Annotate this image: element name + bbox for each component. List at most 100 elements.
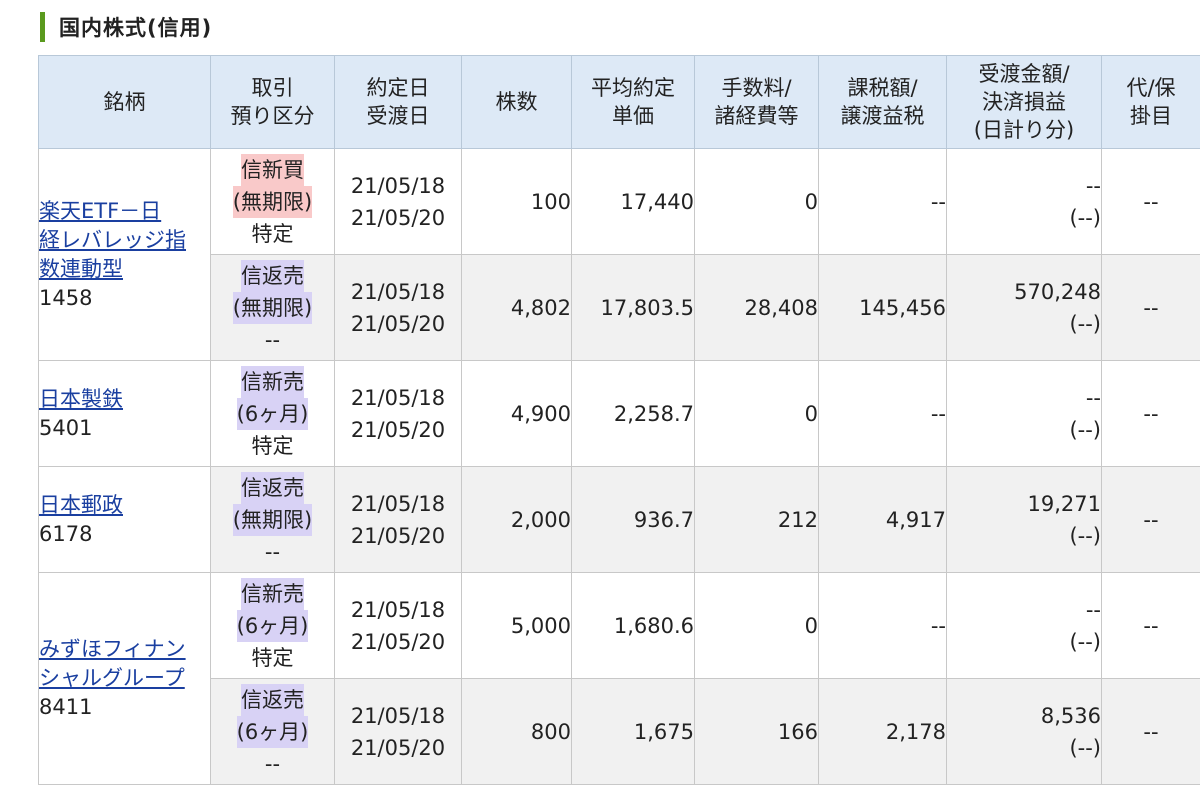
stock-name-link[interactable]: 楽天ETF－日 経レバレッジ指 数連動型	[39, 197, 210, 284]
amount-cell: 8,536 (--)	[946, 678, 1102, 785]
shares-cell: 5,000	[461, 572, 572, 679]
trade-account-cell: 信新売 (6ヶ月) 特定	[210, 572, 335, 679]
trade-date: 21/05/18	[350, 597, 446, 622]
header-stock-name: 銘柄	[38, 55, 211, 149]
price-cell: 2,258.7	[571, 360, 695, 467]
stock-name-link[interactable]: 日本郵政	[39, 491, 210, 520]
trade-account-cell: 信返売 (6ヶ月) --	[210, 678, 335, 785]
trade-date: 21/05/18	[350, 173, 446, 198]
dates-cell: 21/05/18 21/05/20	[334, 678, 462, 785]
trade-type-badge: 信返売	[241, 471, 304, 504]
trade-type-badge: 信返売	[241, 683, 304, 716]
account-type: --	[264, 539, 281, 564]
settlement-amount: --	[1085, 173, 1101, 198]
margin-ratio-cell: --	[1101, 148, 1200, 255]
term-badge: (6ヶ月)	[236, 609, 309, 642]
daytrade-pl: (--)	[1069, 311, 1101, 336]
shares-cell: 800	[461, 678, 572, 785]
amount-cell: -- (--)	[946, 572, 1102, 679]
price-cell: 17,803.5	[571, 254, 695, 361]
header-dates: 約定日 受渡日	[334, 55, 462, 149]
term-badge: (無期限)	[232, 503, 313, 536]
account-type: 特定	[251, 221, 294, 246]
tax-cell: --	[818, 148, 947, 255]
header-trade-account: 取引 預り区分	[210, 55, 335, 149]
header-tax: 課税額/譲渡益税	[818, 55, 947, 149]
daytrade-pl: (--)	[1069, 523, 1101, 548]
term-badge: (無期限)	[232, 291, 313, 324]
amount-cell: -- (--)	[946, 148, 1102, 255]
trade-date: 21/05/18	[350, 703, 446, 728]
trade-date: 21/05/18	[350, 279, 446, 304]
shares-cell: 100	[461, 148, 572, 255]
fee-cell: 0	[694, 360, 819, 467]
trade-account-cell: 信返売 (無期限) --	[210, 466, 335, 573]
stock-code: 8411	[39, 695, 93, 719]
settlement-amount: --	[1085, 597, 1101, 622]
shares-cell: 4,900	[461, 360, 572, 467]
dates-cell: 21/05/18 21/05/20	[334, 466, 462, 573]
settle-date: 21/05/20	[350, 629, 446, 654]
stock-name-cell: みずほフィナン シャルグループ 8411	[38, 572, 211, 785]
price-cell: 936.7	[571, 466, 695, 573]
section-accent-bar	[40, 12, 45, 42]
account-type: --	[264, 327, 281, 352]
tax-cell: 2,178	[818, 678, 947, 785]
account-type: 特定	[251, 433, 294, 458]
shares-cell: 4,802	[461, 254, 572, 361]
table-header-row: 銘柄 取引 預り区分 約定日 受渡日 株数 平均約定 単価 手数料/諸経費等 課税額/…	[38, 55, 1200, 149]
tax-cell: --	[818, 572, 947, 679]
table-row: 日本郵政 6178 信返売 (無期限) -- 21/05/18 21/05/20 …	[38, 466, 1200, 573]
settle-date: 21/05/20	[350, 311, 446, 336]
trade-date: 21/05/18	[350, 385, 446, 410]
amount-cell: 19,271 (--)	[946, 466, 1102, 573]
margin-ratio-cell: --	[1101, 360, 1200, 467]
table-row: 信返売 (無期限) -- 21/05/18 21/05/20 4,802 17,8…	[39, 254, 1200, 361]
price-cell: 1,675	[571, 678, 695, 785]
settle-date: 21/05/20	[350, 417, 446, 442]
term-badge: (6ヶ月)	[236, 397, 309, 430]
fee-cell: 166	[694, 678, 819, 785]
margin-ratio-cell: --	[1101, 254, 1200, 361]
margin-ratio-cell: --	[1101, 572, 1200, 679]
header-shares: 株数	[461, 55, 572, 149]
header-fees: 手数料/諸経費等	[694, 55, 819, 149]
stock-name-link[interactable]: みずほフィナン シャルグループ	[39, 635, 210, 693]
shares-cell: 2,000	[461, 466, 572, 573]
trade-account-cell: 信新買 (無期限) 特定	[210, 148, 335, 255]
section-header: 国内株式(信用)	[40, 12, 212, 42]
settlement-amount: 8,536	[1040, 703, 1101, 728]
daytrade-pl: (--)	[1069, 629, 1101, 654]
term-badge: (無期限)	[232, 185, 313, 218]
trade-type-badge: 信新売	[241, 577, 304, 610]
header-margin-ratio: 代/保 掛目	[1101, 55, 1200, 149]
trade-account-cell: 信返売 (無期限) --	[210, 254, 335, 361]
stock-name-cell: 日本郵政 6178	[38, 466, 211, 573]
stock-code: 1458	[39, 285, 93, 310]
dates-cell: 21/05/18 21/05/20	[334, 360, 462, 467]
trade-type-badge: 信新売	[241, 365, 304, 398]
tax-cell: --	[818, 360, 947, 467]
price-cell: 17,440	[571, 148, 695, 255]
margin-trades-table: 銘柄 取引 預り区分 約定日 受渡日 株数 平均約定 単価 手数料/諸経費等 課税額/…	[38, 55, 1200, 785]
header-avg-price: 平均約定 単価	[571, 55, 695, 149]
header-amount-pl: 受渡金額/決済損益 (日計り分)	[946, 55, 1102, 149]
stock-name-link[interactable]: 日本製鉄	[39, 385, 210, 414]
margin-ratio-cell: --	[1101, 678, 1200, 785]
table-row: みずほフィナン シャルグループ 8411 信新売 (6ヶ月) 特定 21/05/1…	[38, 572, 1200, 785]
amount-cell: -- (--)	[946, 360, 1102, 467]
account-type: 特定	[251, 645, 294, 670]
fee-cell: 0	[694, 572, 819, 679]
amount-cell: 570,248 (--)	[946, 254, 1102, 361]
account-type: --	[264, 751, 281, 776]
settle-date: 21/05/20	[350, 205, 446, 230]
section-title: 国内株式(信用)	[59, 16, 213, 40]
table-row: 信返売 (6ヶ月) -- 21/05/18 21/05/20 800 1,675 …	[39, 678, 1200, 785]
trade-type-badge: 信新買	[241, 153, 304, 186]
tax-cell: 4,917	[818, 466, 947, 573]
settle-date: 21/05/20	[350, 523, 446, 548]
settlement-amount: --	[1085, 385, 1101, 410]
stock-code: 6178	[39, 521, 93, 546]
trade-type-badge: 信返売	[241, 259, 304, 292]
settle-date: 21/05/20	[350, 735, 446, 760]
